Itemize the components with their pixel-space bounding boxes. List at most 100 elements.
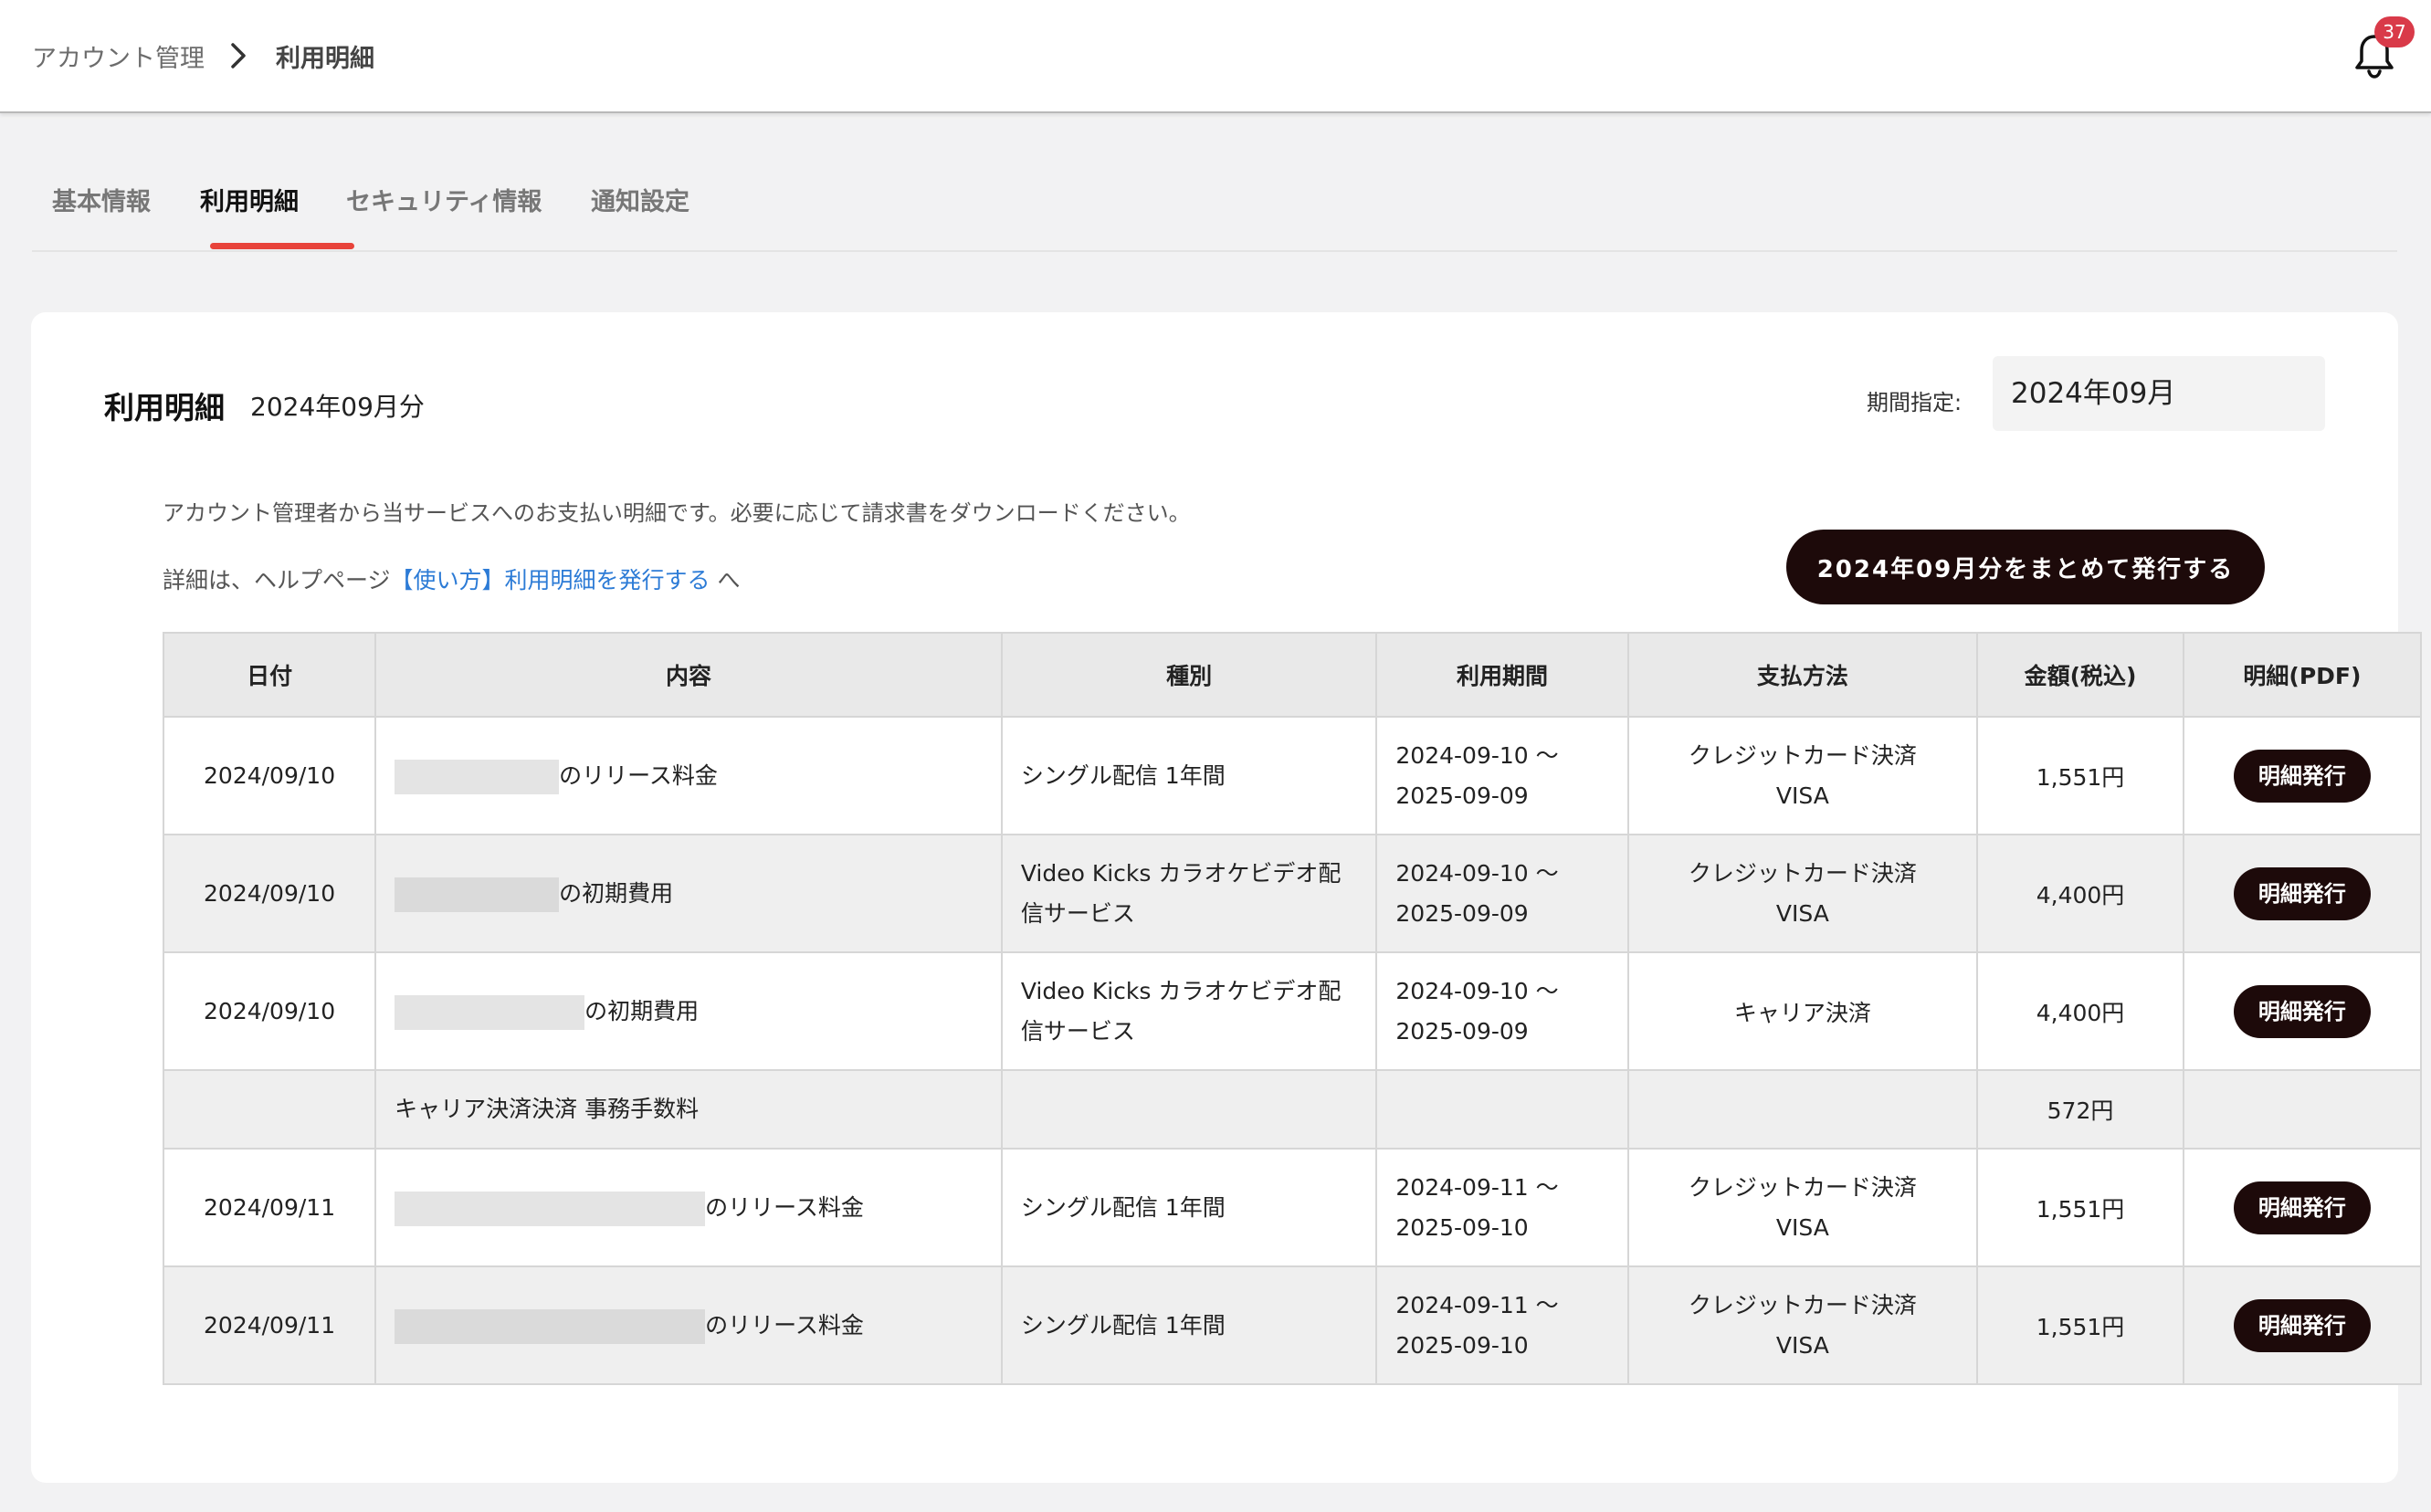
- cell-content: のリリース料金: [374, 1265, 1003, 1385]
- cell-period: 2024-09-11 〜 2025-09-10: [1375, 1265, 1629, 1385]
- table-row: 2024/09/11 のリリース料金 シングル配信 1年間 2024-09-11…: [162, 1265, 2423, 1385]
- period-start: 2024-09-10 〜: [1395, 859, 1559, 887]
- issue-statement-button[interactable]: 明細発行: [2233, 749, 2371, 803]
- cell-content: のリリース料金: [374, 716, 1003, 835]
- card-title: 利用明細: [104, 390, 225, 425]
- cell-period: 2024-09-10 〜 2025-09-09: [1375, 951, 1629, 1071]
- help-prefix: 詳細は、ヘルプページ: [163, 567, 391, 593]
- cell-date: [162, 1069, 377, 1150]
- cell-period: [1375, 1069, 1629, 1150]
- statement-table: 日付 内容 種別 利用期間 支払方法 金額(税込) 明細(PDF) 2024/0…: [162, 632, 2423, 1385]
- cell-amount: 1,551円: [1976, 1265, 2184, 1385]
- content-text: の初期費用: [559, 879, 674, 907]
- cell-amount: 4,400円: [1976, 951, 2184, 1071]
- cell-content: のリリース料金: [374, 1148, 1003, 1267]
- cell-period: 2024-09-11 〜 2025-09-10: [1375, 1148, 1629, 1267]
- payment-brand: VISA: [1775, 1213, 1829, 1241]
- help-suffix: へ: [710, 567, 741, 593]
- table-row: 2024/09/11 のリリース料金 シングル配信 1年間 2024-09-11…: [162, 1148, 2423, 1267]
- content-text: のリリース料金: [705, 1311, 864, 1339]
- payment-brand: VISA: [1775, 899, 1829, 927]
- cell-date: 2024/09/10: [162, 716, 377, 835]
- cell-type: シングル配信 1年間: [1000, 1265, 1378, 1385]
- bulk-issue-button[interactable]: 2024年09月分をまとめて発行する: [1786, 530, 2265, 604]
- cell-amount: 1,551円: [1976, 716, 2184, 835]
- payment-method: クレジットカード決済: [1688, 1173, 1917, 1201]
- cell-type: シングル配信 1年間: [1000, 716, 1378, 835]
- payment-method: クレジットカード決済: [1688, 741, 1917, 769]
- redacted-title: [395, 759, 560, 794]
- table-row-fee: キャリア決済決済 事務手数料 572円: [162, 1069, 2423, 1150]
- tab-bar: 基本情報 利用明細 セキュリティ情報 通知設定: [32, 164, 2397, 252]
- period-end: 2025-09-09: [1395, 782, 1529, 809]
- cell-payment: [1626, 1069, 1979, 1150]
- cell-amount: 4,400円: [1976, 834, 2184, 953]
- redacted-title: [395, 994, 585, 1030]
- table-row: 2024/09/10 の初期費用 Video Kicks カラオケビデオ配信サー…: [162, 951, 2423, 1071]
- active-tab-indicator: [210, 243, 354, 249]
- header-content: 内容: [374, 632, 1003, 718]
- payment-method: クレジットカード決済: [1688, 859, 1917, 887]
- content-text: の初期費用: [584, 997, 700, 1024]
- period-start: 2024-09-10 〜: [1395, 741, 1559, 769]
- cell-date: 2024/09/10: [162, 834, 377, 953]
- cell-period: 2024-09-10 〜 2025-09-09: [1375, 716, 1629, 835]
- cell-payment: キャリア決済: [1626, 951, 1979, 1071]
- help-link[interactable]: 【使い方】利用明細を発行する: [391, 567, 710, 593]
- cell-type: Video Kicks カラオケビデオ配信サービス: [1000, 951, 1378, 1071]
- table-row: 2024/09/10 の初期費用 Video Kicks カラオケビデオ配信サー…: [162, 834, 2423, 953]
- cell-payment: クレジットカード決済 VISA: [1626, 834, 1979, 953]
- tab-usage-statement[interactable]: 利用明細: [200, 164, 299, 252]
- header-payment: 支払方法: [1626, 632, 1979, 718]
- header-type: 種別: [1000, 632, 1378, 718]
- tab-security-info[interactable]: セキュリティ情報: [346, 164, 542, 252]
- tab-basic-info[interactable]: 基本情報: [52, 164, 151, 252]
- top-bar: アカウント管理 利用明細 37: [0, 0, 2431, 113]
- redacted-title: [395, 877, 560, 912]
- period-end: 2025-09-09: [1395, 899, 1529, 927]
- usage-statement-card: 利用明細 2024年09月分 期間指定: 2024年09月 アカウント管理者から…: [31, 312, 2423, 1483]
- period-start: 2024-09-11 〜: [1395, 1291, 1559, 1318]
- tab-notification-settings[interactable]: 通知設定: [591, 164, 689, 252]
- period-end: 2025-09-09: [1395, 1017, 1529, 1045]
- cell-pdf: [2182, 1069, 2423, 1150]
- cell-payment: クレジットカード決済 VISA: [1626, 1148, 1979, 1267]
- cell-content: キャリア決済決済 事務手数料: [374, 1069, 1003, 1150]
- header-date: 日付: [162, 632, 377, 718]
- table-row: 2024/09/10 のリリース料金 シングル配信 1年間 2024-09-10…: [162, 716, 2423, 835]
- cell-pdf: 明細発行: [2182, 951, 2423, 1071]
- redacted-title: [395, 1191, 706, 1226]
- period-end: 2025-09-10: [1395, 1331, 1529, 1359]
- cell-type: シングル配信 1年間: [1000, 1148, 1378, 1267]
- cell-date: 2024/09/11: [162, 1148, 377, 1267]
- content-text: のリリース料金: [559, 761, 718, 789]
- cell-pdf: 明細発行: [2182, 716, 2423, 835]
- issue-statement-button[interactable]: 明細発行: [2233, 984, 2371, 1038]
- period-start: 2024-09-10 〜: [1395, 977, 1559, 1004]
- issue-statement-button[interactable]: 明細発行: [2233, 1181, 2371, 1234]
- chevron-right-icon: [228, 0, 248, 111]
- payment-method: キャリア決済: [1733, 999, 1871, 1026]
- payment-method: クレジットカード決済: [1688, 1291, 1917, 1318]
- payment-brand: VISA: [1775, 782, 1829, 809]
- redacted-title: [395, 1308, 706, 1344]
- period-label: 期間指定:: [1867, 390, 1963, 415]
- cell-content: の初期費用: [374, 834, 1003, 953]
- breadcrumb-account-management[interactable]: アカウント管理: [32, 0, 205, 111]
- payment-brand: VISA: [1775, 1331, 1829, 1359]
- breadcrumb-current: 利用明細: [276, 44, 374, 73]
- cell-date: 2024/09/11: [162, 1265, 377, 1385]
- issue-statement-button[interactable]: 明細発行: [2233, 866, 2371, 920]
- period-start: 2024-09-11 〜: [1395, 1173, 1559, 1201]
- notification-badge: 37: [2374, 16, 2415, 47]
- cell-payment: クレジットカード決済 VISA: [1626, 716, 1979, 835]
- cell-amount: 572円: [1976, 1069, 2184, 1150]
- cell-payment: クレジットカード決済 VISA: [1626, 1265, 1979, 1385]
- description-text: アカウント管理者から当サービスへのお支払い明細です。必要に応じて請求書をダウンロ…: [163, 500, 1191, 526]
- issue-statement-button[interactable]: 明細発行: [2233, 1298, 2371, 1352]
- content-text: のリリース料金: [705, 1193, 864, 1221]
- period-select[interactable]: 2024年09月: [1993, 356, 2325, 431]
- card-month: 2024年09月分: [250, 392, 425, 422]
- cell-date: 2024/09/10: [162, 951, 377, 1071]
- header-amount: 金額(税込): [1976, 632, 2184, 718]
